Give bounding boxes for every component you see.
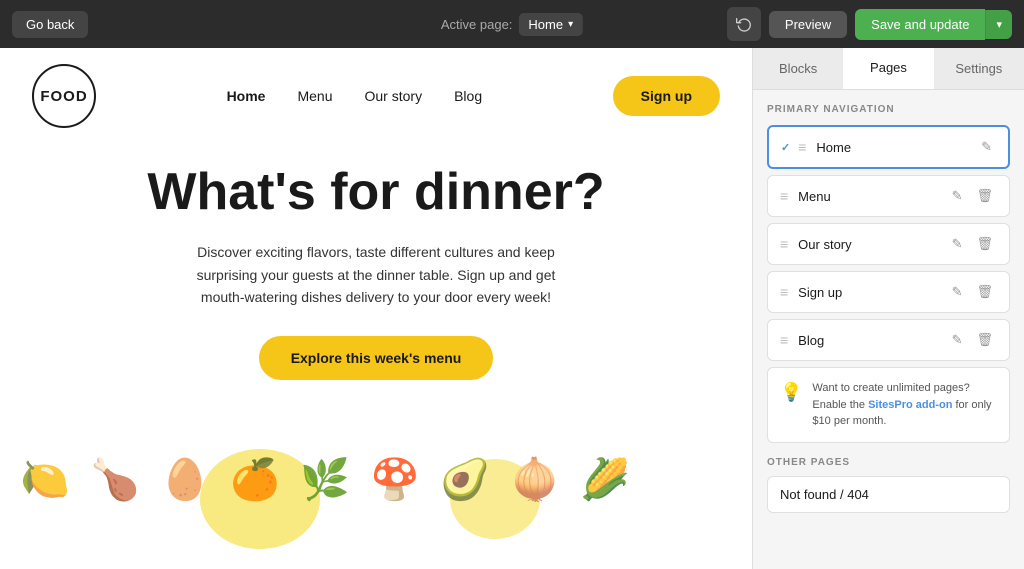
nav-link-our-story[interactable]: Our story [365,88,423,104]
save-update-dropdown-button[interactable]: ▾ [985,10,1012,39]
active-page-label: Active page: [441,17,513,32]
food-item-2: 🍗 [80,429,150,529]
nav-item-our-story-edit[interactable]: ✎ [948,234,967,254]
food-item-1: 🍋 [10,429,80,529]
preview-area: FOOD Home Menu Our story Blog Sign up Wh… [0,48,752,569]
drag-handle-signup: ≡ [780,284,788,300]
nav-item-blog-actions: ✎ 🗑 [948,330,997,350]
topbar: Go back Active page: Home ▾ Preview Save… [0,0,1024,48]
nav-item-our-story-delete[interactable]: 🗑 [972,234,997,254]
food-item-9: 🌽 [570,429,640,529]
food-item-5: 🌿 [290,429,360,529]
nav-item-signup-actions: ✎ 🗑 [948,282,997,302]
history-button[interactable] [727,7,761,41]
nav-item-menu-delete[interactable]: 🗑 [972,186,997,206]
food-item-6: 🍄 [360,429,430,529]
tab-pages[interactable]: Pages [843,48,933,89]
site-nav-links: Home Menu Our story Blog [227,88,483,104]
promo-box: 💡 Want to create unlimited pages? Enable… [767,367,1010,443]
nav-item-signup[interactable]: ≡ Sign up ✎ 🗑 [767,271,1010,313]
other-page-item-404[interactable]: Not found / 404 [767,476,1010,513]
promo-link[interactable]: SitesPro add-on [868,399,952,411]
nav-item-home-wrapper: ✓ ≡ Home ✎ [767,125,1010,169]
site-navbar: FOOD Home Menu Our story Blog Sign up [0,48,752,144]
nav-item-signup-label: Sign up [798,285,939,300]
nav-item-home-label: Home [816,140,969,155]
topbar-right: Preview Save and update ▾ [727,7,1012,41]
site-signup-button[interactable]: Sign up [613,76,720,116]
right-panel: Blocks Pages Settings PRIMARY NAVIGATION… [752,48,1024,569]
panel-tabs: Blocks Pages Settings [753,48,1024,90]
nav-item-our-story[interactable]: ≡ Our story ✎ 🗑 [767,223,1010,265]
panel-content: PRIMARY NAVIGATION ✓ ≡ Home ✎ ≡ Menu ✎ [753,90,1024,569]
save-update-group: Save and update ▾ [855,9,1012,40]
nav-item-blog-edit[interactable]: ✎ [948,330,967,350]
food-item-7: 🥑 [430,429,500,529]
nav-link-home[interactable]: Home [227,88,266,104]
active-check-icon: ✓ [781,141,790,154]
nav-item-our-story-actions: ✎ 🗑 [948,234,997,254]
nav-item-menu-actions: ✎ 🗑 [948,186,997,206]
hero-title: What's for dinner? [147,164,604,221]
nav-item-blog-label: Blog [798,333,939,348]
chevron-down-icon: ▾ [568,19,573,30]
nav-link-menu[interactable]: Menu [297,88,332,104]
tab-settings[interactable]: Settings [934,48,1024,89]
drag-handle-home: ≡ [798,139,806,155]
nav-item-home[interactable]: ✓ ≡ Home ✎ [767,125,1010,169]
drag-handle-our-story: ≡ [780,236,788,252]
nav-item-blog[interactable]: ≡ Blog ✎ 🗑 [767,319,1010,361]
food-illustrations: 🍋 🍗 🥚 🍊 🌿 🍄 🥑 🧅 🌽 [0,429,752,569]
promo-text: Want to create unlimited pages? Enable t… [812,380,997,430]
nav-item-menu[interactable]: ≡ Menu ✎ 🗑 [767,175,1010,217]
food-row: 🍋 🍗 🥚 🍊 🌿 🍄 🥑 🧅 🌽 [0,429,752,529]
nav-link-blog[interactable]: Blog [454,88,482,104]
active-page-name-text: Home [528,17,563,32]
nav-item-home-actions: ✎ [977,137,996,157]
nav-item-signup-edit[interactable]: ✎ [948,282,967,302]
topbar-center: Active page: Home ▾ [441,13,583,36]
nav-item-menu-label: Menu [798,189,939,204]
drag-handle-blog: ≡ [780,332,788,348]
preview-button[interactable]: Preview [769,11,847,38]
save-update-button[interactable]: Save and update [855,9,985,40]
nav-item-our-story-label: Our story [798,237,939,252]
explore-button[interactable]: Explore this week's menu [259,336,494,380]
active-page-selector[interactable]: Home ▾ [518,13,583,36]
food-item-8: 🧅 [500,429,570,529]
go-back-button[interactable]: Go back [12,11,88,38]
primary-nav-label: PRIMARY NAVIGATION [767,104,1010,115]
nav-item-home-edit[interactable]: ✎ [977,137,996,157]
hero-subtitle: Discover exciting flavors, taste differe… [186,241,566,308]
drag-handle-menu: ≡ [780,188,788,204]
site-logo: FOOD [32,64,96,128]
lightbulb-icon: 💡 [780,382,802,403]
nav-item-menu-edit[interactable]: ✎ [948,186,967,206]
food-item-3: 🥚 [150,429,220,529]
nav-item-blog-delete[interactable]: 🗑 [972,330,997,350]
tab-blocks[interactable]: Blocks [753,48,843,89]
other-pages-label: OTHER PAGES [767,457,1010,468]
food-item-4: 🍊 [220,429,290,529]
main-layout: FOOD Home Menu Our story Blog Sign up Wh… [0,48,1024,569]
nav-item-signup-delete[interactable]: 🗑 [972,282,997,302]
topbar-left: Go back [12,11,88,38]
site-hero: What's for dinner? Discover exciting fla… [0,144,752,396]
